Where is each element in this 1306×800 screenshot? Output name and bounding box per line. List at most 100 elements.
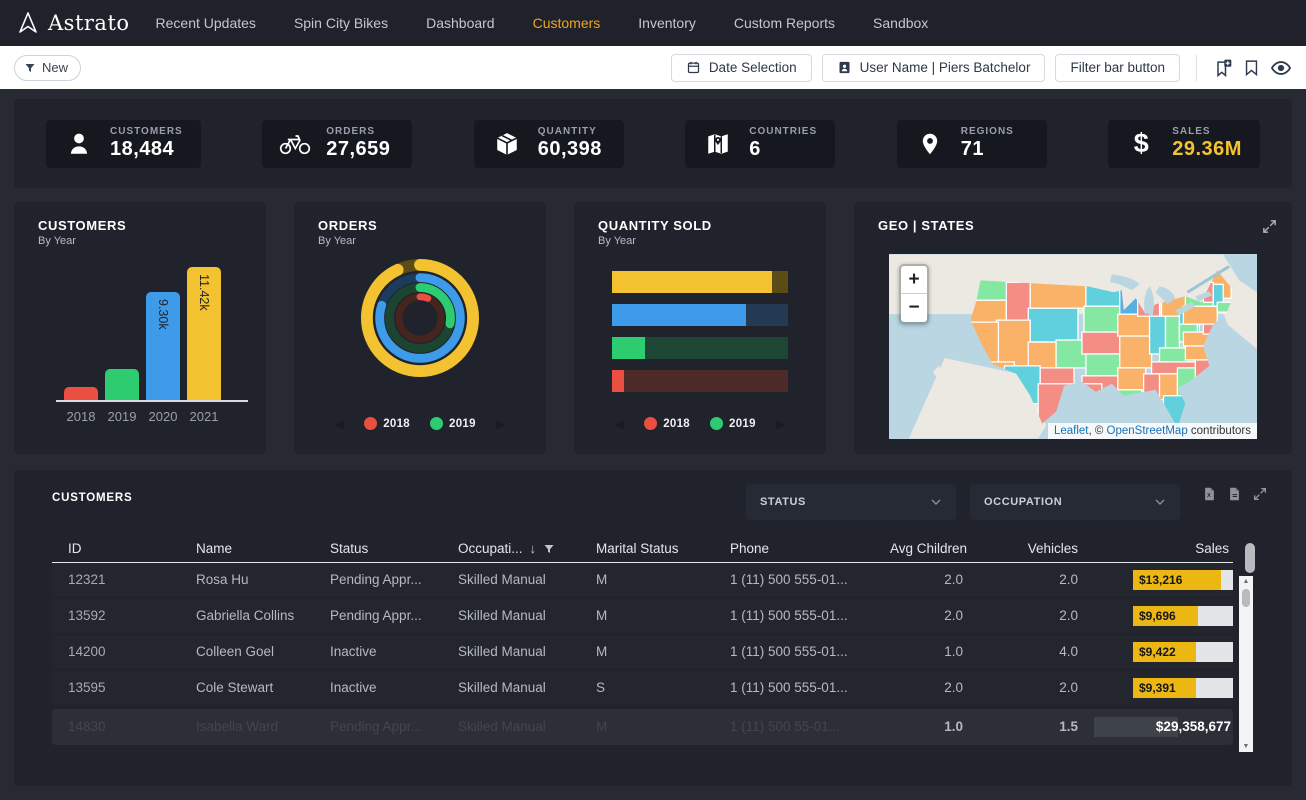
col-header-vehicles[interactable]: Vehicles [979,536,1094,562]
chart-title: CUSTOMERS [14,218,266,233]
excel-file-icon: X [1202,486,1217,502]
kpi-card-quantity[interactable]: QUANTITY 60,398 [474,120,624,168]
customers-table-panel: CUSTOMERS STATUS OCCUPATION X [14,470,1292,786]
nav-item-sandbox[interactable]: Sandbox [873,15,928,31]
toolbar-divider [1196,55,1197,81]
cell-phone: 1 (11) 500 555-01... [714,635,874,669]
view-button[interactable] [1270,57,1292,79]
ghost-cell-phone: 1 (11) 500 55-01... [714,709,874,745]
filter-bar-label: Filter bar button [1070,60,1165,75]
col-header-marital[interactable]: Marital Status [580,536,714,562]
bar-2019[interactable] [105,369,139,400]
hbar-2021[interactable] [612,271,788,293]
bookmark-button[interactable] [1243,59,1260,76]
cell-avg-children: 2.0 [874,563,979,597]
leaflet-link[interactable]: Leaflet [1054,425,1089,437]
legend-item-2018[interactable]: 2018 [644,417,690,430]
attribution-separator: , © [1088,425,1106,437]
col-header-id[interactable]: ID [52,536,180,562]
table-row[interactable]: 13595 Cole Stewart Inactive Skilled Manu… [52,671,1233,707]
filter-bar-button[interactable]: Filter bar button [1055,54,1180,82]
zoom-in-button[interactable]: + [901,266,927,294]
ghost-cell-status: Pending Appr... [314,709,442,745]
hbar-2019[interactable] [612,337,788,359]
hbar-2020[interactable] [612,304,788,326]
occupation-dropdown[interactable]: OCCUPATION [970,484,1180,520]
outer-scrollbar-thumb[interactable] [1245,543,1255,573]
toolbar: New Date Selection User Name | Piers Bat… [0,46,1306,89]
column-filter-icon[interactable] [543,543,555,555]
status-dropdown[interactable]: STATUS [746,484,956,520]
cell-id: 13595 [52,671,180,705]
export-doc-button[interactable] [1227,486,1242,502]
bar-2020[interactable]: 9.30k [146,292,180,400]
orders-radial-chart[interactable] [361,259,479,377]
legend-prev-arrow[interactable]: ◀ [335,418,344,430]
us-states-map[interactable]: + − Leaflet, © OpenStreetMap contributor… [889,254,1257,439]
table-row[interactable]: 13592 Gabriella Collins Pending Appr... … [52,599,1233,635]
kpi-card-countries[interactable]: COUNTRIES 6 [685,120,835,168]
col-header-name[interactable]: Name [180,536,314,562]
kpi-label: COUNTRIES [749,126,817,137]
nav-item-dashboard[interactable]: Dashboard [426,15,495,31]
osm-link[interactable]: OpenStreetMap [1107,425,1188,437]
cell-vehicles: 4.0 [979,635,1094,669]
nav-item-customers[interactable]: Customers [533,15,601,31]
map-icon [701,131,735,157]
export-excel-button[interactable]: X [1202,486,1217,502]
logo[interactable]: Astrato [16,11,130,35]
legend-dot-2019 [430,417,443,430]
sort-desc-icon[interactable]: ↓ [530,536,537,562]
bar-value-label: 9.30k [156,299,170,330]
nav-item-spin-city-bikes[interactable]: Spin City Bikes [294,15,388,31]
bookmark-add-button[interactable] [1213,58,1233,78]
eye-icon [1270,57,1292,79]
legend-dot-2019 [710,417,723,430]
cell-occupation: Skilled Manual [442,563,580,597]
zoom-out-button[interactable]: − [901,294,927,322]
col-header-sales[interactable]: Sales [1094,536,1233,562]
new-filter-button[interactable]: New [14,55,81,81]
scroll-up-arrow[interactable]: ▲ [1239,578,1253,585]
legend-next-arrow[interactable]: ▶ [776,418,785,430]
scroll-down-arrow[interactable]: ▼ [1239,743,1253,750]
nav-item-inventory[interactable]: Inventory [638,15,696,31]
legend-item-2019[interactable]: 2019 [430,417,476,430]
scrollbar-thumb[interactable] [1242,589,1250,607]
table-scrollbar[interactable]: ▲ ▼ [1239,576,1253,752]
kpi-card-customers[interactable]: CUSTOMERS 18,484 [46,120,201,168]
legend-prev-arrow[interactable]: ◀ [615,418,624,430]
chart-subtitle: By Year [14,233,266,247]
legend-next-arrow[interactable]: ▶ [496,418,505,430]
bookmark-icon [1243,59,1260,76]
quantity-legend: ◀ 2018 2019 ▶ [574,417,826,454]
expand-icon[interactable] [1261,218,1278,240]
nav-item-custom-reports[interactable]: Custom Reports [734,15,835,31]
col-header-occupation[interactable]: Occupati... ↓ [442,536,580,562]
date-selection-button[interactable]: Date Selection [671,54,812,82]
table-expand-button[interactable] [1252,486,1268,502]
table-row[interactable]: 12321 Rosa Hu Pending Appr... Skilled Ma… [52,563,1233,599]
col-header-phone[interactable]: Phone [714,536,874,562]
col-header-occupation-label: Occupati... [458,536,523,562]
cell-sales: $13,216 [1094,563,1233,597]
col-header-avg-children[interactable]: Avg Children [874,536,979,562]
table-row[interactable]: 14200 Colleen Goel Inactive Skilled Manu… [52,635,1233,671]
kpi-value: 18,484 [110,138,183,161]
col-header-status[interactable]: Status [314,536,442,562]
bar-2018[interactable] [64,387,98,400]
cell-name: Gabriella Collins [180,599,314,633]
ghost-cell-marital: M [580,709,714,745]
kpi-card-regions[interactable]: REGIONS 71 [897,120,1047,168]
nav-item-recent-updates[interactable]: Recent Updates [156,15,256,31]
legend-item-2019[interactable]: 2019 [710,417,756,430]
kpi-card-orders[interactable]: ORDERS 27,659 [262,120,412,168]
user-name-button[interactable]: User Name | Piers Batchelor [822,54,1046,82]
legend-item-2018[interactable]: 2018 [364,417,410,430]
cell-id: 14200 [52,635,180,669]
hbar-2018[interactable] [612,370,788,392]
kpi-card-sales[interactable]: $ SALES 29.36M [1108,120,1260,168]
bar-2021[interactable]: 11.42k [187,267,221,400]
map-title: GEO | STATES [854,218,998,233]
kpi-label: REGIONS [961,126,1014,137]
